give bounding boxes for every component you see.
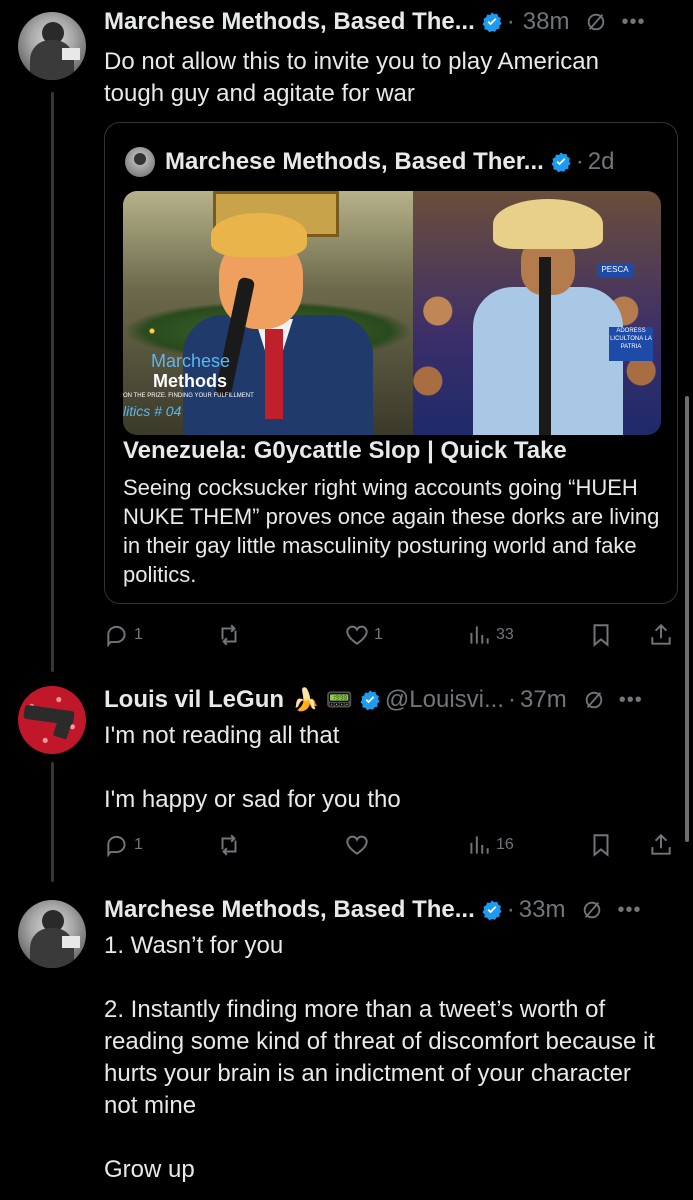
repost-icon xyxy=(221,624,237,646)
like-count: 1 xyxy=(374,626,383,643)
views-icon xyxy=(470,626,489,644)
name-emoji: 🍌 📟 xyxy=(292,687,353,712)
quote-title: Venezuela: G0ycattle Slop | Quick Take xyxy=(123,437,567,464)
reply-icon xyxy=(107,625,126,648)
separator-dot: · xyxy=(575,148,584,175)
reply-button[interactable]: 1 xyxy=(104,620,143,650)
separator-dot: · xyxy=(506,896,515,923)
share-button[interactable] xyxy=(648,830,674,860)
quote-author-name: Marchese Methods, Based Ther... xyxy=(165,148,544,175)
heart-icon xyxy=(346,835,368,855)
verified-badge-icon xyxy=(482,900,502,921)
reply-count: 1 xyxy=(134,836,143,853)
quote-timestamp: 2d xyxy=(587,148,615,175)
reply-button[interactable]: 1 xyxy=(104,830,143,860)
author-name[interactable]: Louis vil LeGun xyxy=(104,686,284,714)
heart-icon xyxy=(346,625,368,645)
verified-badge-icon xyxy=(482,12,502,33)
image-left-panel: Marchese Methods ON THE PRIZE. FINDING Y… xyxy=(123,191,413,435)
views-icon xyxy=(470,836,489,854)
grok-icon[interactable] xyxy=(583,689,605,711)
timestamp[interactable]: 33m xyxy=(519,896,566,924)
verified-badge-icon xyxy=(551,152,571,173)
thread-line xyxy=(51,92,54,672)
views-count: 16 xyxy=(496,836,514,853)
tweet-text: 1. Wasn’t for you 2. Instantly finding m… xyxy=(104,932,655,1183)
more-options-icon[interactable]: ••• xyxy=(617,899,641,922)
bookmark-icon xyxy=(593,834,609,857)
avatar[interactable] xyxy=(18,12,86,80)
timestamp[interactable]: 37m xyxy=(520,686,567,714)
tweet-header: Louis vil LeGun 🍌 📟 @Louisvi... · 37m ••… xyxy=(104,680,643,720)
repost-icon xyxy=(221,834,237,856)
avatar[interactable] xyxy=(18,686,86,754)
tweet-header: Marchese Methods, Based The... · 33m ••• xyxy=(104,890,641,930)
tweet-text: Do not allow this to invite you to play … xyxy=(104,48,606,107)
thread-line xyxy=(51,762,54,882)
share-icon xyxy=(651,623,671,645)
separator-dot: · xyxy=(508,686,516,713)
like-button[interactable]: 1 xyxy=(344,620,383,650)
views-button[interactable]: 16 xyxy=(466,830,514,860)
more-options-icon[interactable]: ••• xyxy=(621,11,645,34)
like-button[interactable] xyxy=(344,830,370,860)
action-bar: 1 1 33 xyxy=(104,620,671,650)
avatar[interactable] xyxy=(18,900,86,968)
action-bar: 1 16 xyxy=(104,830,671,860)
tweet-header: Marchese Methods, Based The... · 38m ••• xyxy=(104,2,645,42)
timestamp[interactable]: 38m xyxy=(523,8,570,36)
more-options-icon[interactable]: ••• xyxy=(619,689,643,712)
quote-text: Seeing cocksucker right wing accounts go… xyxy=(123,475,660,587)
separator-dot: · xyxy=(506,8,515,35)
views-button[interactable]: 33 xyxy=(466,620,514,650)
handle[interactable]: @Louisvi... xyxy=(385,686,504,714)
reply-icon xyxy=(107,835,126,858)
quote-header: Marchese Methods, Based Ther... · 2d xyxy=(125,145,615,179)
bookmark-icon xyxy=(593,624,609,647)
repost-button[interactable] xyxy=(216,830,242,860)
author-name[interactable]: Marchese Methods, Based The... xyxy=(104,8,475,36)
quote-image[interactable]: Marchese Methods ON THE PRIZE. FINDING Y… xyxy=(123,191,661,435)
repost-button[interactable] xyxy=(216,620,242,650)
share-icon xyxy=(651,833,671,855)
grok-icon[interactable] xyxy=(581,899,603,921)
image-right-panel: PESCA ADORESS LICULTONA LA PATRIA xyxy=(413,191,661,435)
verified-badge-icon xyxy=(360,690,380,711)
share-button[interactable] xyxy=(648,620,674,650)
quote-avatar xyxy=(125,147,155,177)
grok-icon[interactable] xyxy=(585,11,607,33)
reply-count: 1 xyxy=(134,626,143,643)
author-name[interactable]: Marchese Methods, Based The... xyxy=(104,896,475,924)
bookmark-button[interactable] xyxy=(588,830,614,860)
quoted-tweet[interactable]: Marchese Methods, Based Ther... · 2d Mar… xyxy=(104,122,678,604)
bookmark-button[interactable] xyxy=(588,620,614,650)
channel-logo: Marchese Methods ON THE PRIZE. FINDING Y… xyxy=(123,351,254,419)
views-count: 33 xyxy=(496,626,514,643)
tweet-text: I'm not reading all that I'm happy or sa… xyxy=(104,722,401,813)
scrollbar[interactable] xyxy=(685,396,689,842)
